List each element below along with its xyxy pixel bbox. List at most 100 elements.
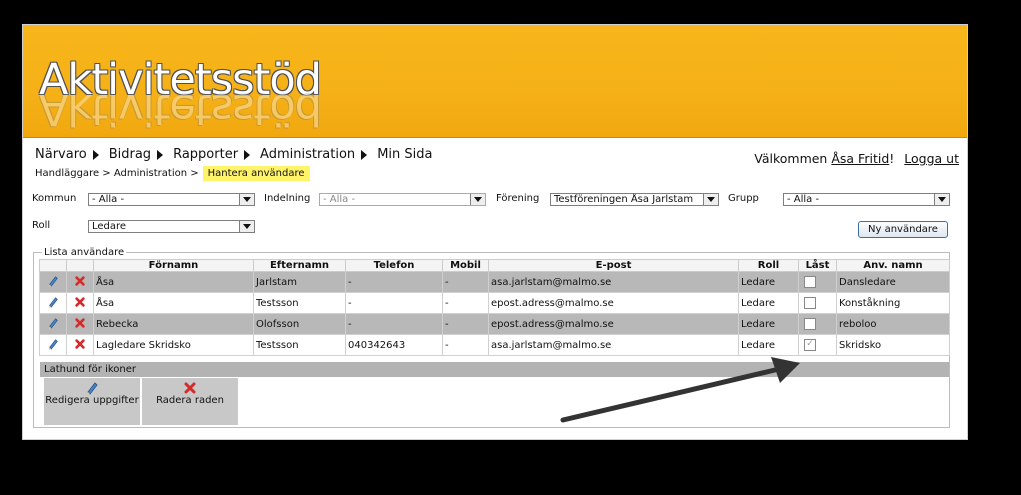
cell-roll: Ledare [738,313,799,335]
cell-telefon: - [345,292,443,314]
cell-telefon: - [345,313,443,335]
user-link[interactable]: Åsa Fritid [831,151,889,166]
kommun-label: Kommun [32,193,77,204]
cell-fornamn: Lagledare Skridsko [93,334,254,356]
header-banner: Aktivitetsstöd Aktivitetsstöd [23,25,967,138]
forening-value: Testföreningen Åsa Jarlstam [554,194,694,205]
nav-min-sida[interactable]: Min Sida [377,147,432,162]
breadcrumb-handlaggare[interactable]: Handläggare [35,168,99,179]
pencil-icon[interactable] [47,338,59,350]
delete-cell [66,292,94,314]
kommun-select[interactable]: - Alla - [88,193,255,206]
forening-label: Förening [496,193,540,204]
cell-epost: epost.adress@malmo.se [488,313,739,335]
cell-efternamn: Testsson [253,292,346,314]
header-efternamn[interactable]: Efternamn [253,259,346,272]
header-fornamn[interactable]: Förnamn [93,259,254,272]
cell-fornamn: Åsa [93,271,254,293]
header-anvnamn[interactable]: Anv. namn [836,259,950,272]
cell-mobil: - [442,334,489,356]
legend-delete-label: Radera raden [156,395,224,406]
logout-link[interactable]: Logga ut [904,151,959,166]
header-roll[interactable]: Roll [738,259,799,272]
locked-checkbox[interactable] [804,318,816,330]
header-mobil[interactable]: Mobil [442,259,489,272]
cell-anvnamn: reboloo [836,313,950,335]
legend-edit-label: Redigera uppgifter [45,395,139,406]
chevron-down-icon[interactable] [470,194,485,205]
roll-select[interactable]: Ledare [88,220,255,233]
cell-roll: Ledare [738,334,799,356]
header-telefon[interactable]: Telefon [345,259,443,272]
new-user-button[interactable]: Ny användare [858,221,948,238]
roll-value: Ledare [92,221,127,232]
nav-bidrag[interactable]: Bidrag [109,147,151,162]
cell-telefon: - [345,271,443,293]
cell-mobil: - [442,271,489,293]
user-list-legend: Lista användare [42,247,127,258]
roll-label: Roll [32,220,51,231]
indelning-label: Indelning [264,193,311,204]
locked-checkbox[interactable]: ✓ [804,339,816,351]
red-x-icon[interactable] [74,317,86,329]
delete-cell [66,271,94,293]
cell-last [798,313,837,335]
breadcrumb-administration[interactable]: Administration [114,168,187,179]
cell-epost: epost.adress@malmo.se [488,292,739,314]
forening-select[interactable]: Testföreningen Åsa Jarlstam [550,193,719,206]
red-x-icon[interactable] [74,275,86,287]
app-window: Aktivitetsstöd Aktivitetsstöd Närvaro Bi… [22,24,968,440]
header-epost[interactable]: E-post [488,259,739,272]
cell-epost: asa.jarlstam@malmo.se [488,334,739,356]
locked-checkbox[interactable] [804,297,816,309]
breadcrumb-current: Hantera användare [202,166,310,181]
welcome-suffix: ! [889,151,895,166]
breadcrumb-separator: > [190,168,199,179]
pencil-icon[interactable] [47,296,59,308]
header-blank [39,259,67,272]
table-row: Åsa Jarlstam - - asa.jarlstam@malmo.se Ledare… [39,271,950,293]
welcome-text: Välkommen [754,151,828,166]
cell-efternamn: Testsson [253,334,346,356]
pencil-icon [87,382,98,395]
breadcrumb: Handläggare > Administration > Hantera a… [35,166,310,181]
cell-anvnamn: Konståkning [836,292,950,314]
indelning-value: - Alla - [323,194,356,205]
chevron-down-icon[interactable] [239,194,254,205]
cell-efternamn: Olofsson [253,313,346,335]
cell-anvnamn: Dansledare [836,271,950,293]
table-header: Förnamn Efternamn Telefon Mobil E-post R… [39,259,950,272]
edit-cell [39,334,67,356]
delete-cell [66,334,94,356]
welcome-area: Välkommen Åsa Fritid! Logga ut [754,151,959,166]
red-x-icon[interactable] [74,296,86,308]
pencil-icon[interactable] [47,275,59,287]
cell-mobil: - [442,313,489,335]
cell-fornamn: Rebecka [93,313,254,335]
cell-mobil: - [442,292,489,314]
edit-cell [39,271,67,293]
delete-cell [66,313,94,335]
header-last[interactable]: Låst [798,259,837,272]
nav-administration[interactable]: Administration [260,147,355,162]
nav-arrow-icon [157,149,164,160]
indelning-select[interactable]: - Alla - [319,193,486,206]
table-body: Åsa Jarlstam - - asa.jarlstam@malmo.se Ledare… [39,271,950,356]
user-table: Förnamn Efternamn Telefon Mobil E-post R… [39,259,950,356]
nav-rapporter[interactable]: Rapporter [173,147,238,162]
header-blank [66,259,94,272]
red-x-icon[interactable] [74,338,86,350]
pencil-icon[interactable] [47,317,59,329]
locked-checkbox[interactable] [804,276,816,288]
main-nav: Närvaro Bidrag Rapporter Administration … [35,147,438,162]
chevron-down-icon[interactable] [239,221,254,232]
table-row: Lagledare Skridsko Testsson 040342643- asa.… [39,334,950,356]
chevron-down-icon[interactable] [703,194,718,205]
chevron-down-icon[interactable] [934,194,949,205]
grupp-select[interactable]: - Alla - [783,193,950,206]
grupp-label: Grupp [728,193,759,204]
cell-last [798,271,837,293]
nav-narvaro[interactable]: Närvaro [35,147,87,162]
cell-roll: Ledare [738,292,799,314]
kommun-value: - Alla - [92,194,125,205]
